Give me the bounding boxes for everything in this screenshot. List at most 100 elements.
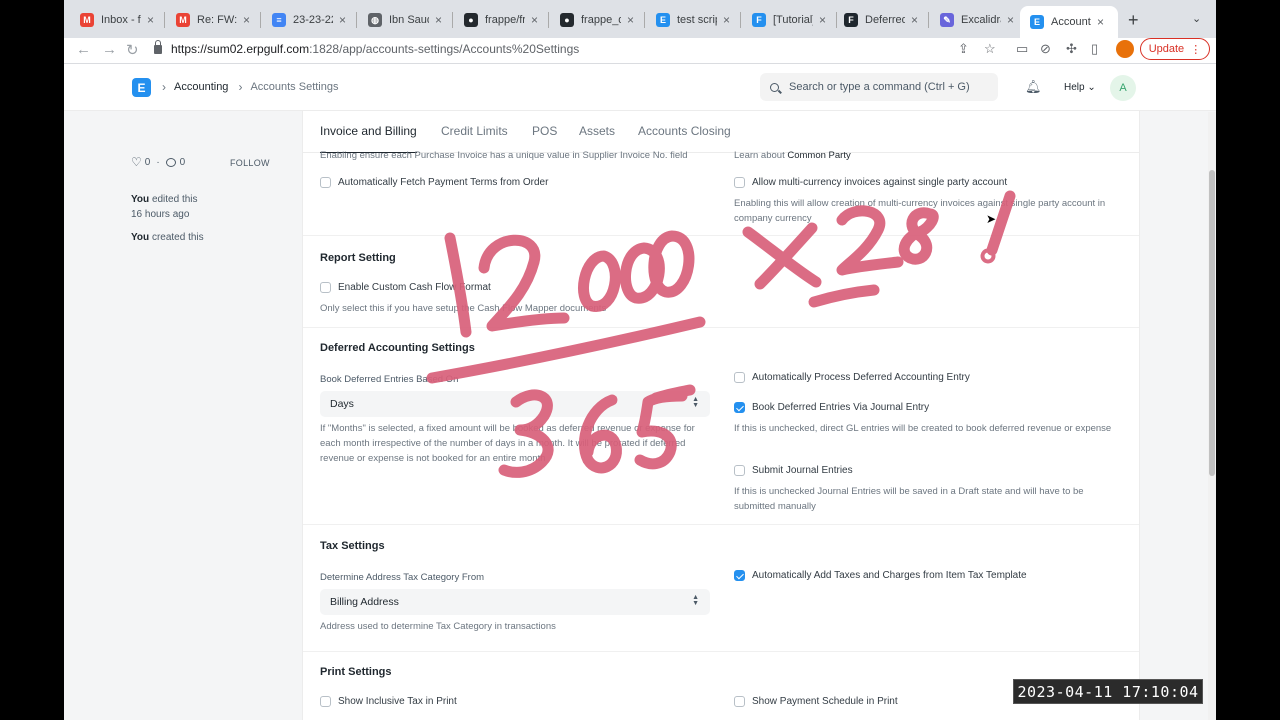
close-icon[interactable]: × (723, 13, 730, 27)
checkbox-label: Book Deferred Entries Via Journal Entry (752, 402, 930, 413)
section-divider (303, 327, 1139, 328)
common-party-prefix: Learn about (734, 150, 788, 161)
close-icon[interactable]: × (819, 13, 826, 27)
cast-icon[interactable]: ▭ (1016, 41, 1028, 57)
checkbox[interactable] (734, 372, 745, 383)
browser-tab[interactable]: ◍ Ibn Saud × (358, 6, 450, 34)
select-arrows-icon: ▲ ▼ (692, 594, 699, 607)
tab-pos[interactable]: POS (532, 124, 557, 138)
tab-label: frappe_d (581, 14, 621, 26)
book-deferred-based-on-select[interactable]: Days ▲ ▼ (320, 391, 710, 417)
page-scrollbar-thumb[interactable] (1209, 170, 1215, 476)
forward-icon[interactable]: → (102, 41, 117, 58)
tab-credit-limits[interactable]: Credit Limits (441, 124, 508, 138)
browser-tab[interactable]: F Deferred × (834, 6, 926, 34)
reload-icon[interactable]: ↻ (126, 41, 139, 59)
checkbox[interactable] (320, 696, 331, 707)
close-icon[interactable]: × (531, 13, 538, 27)
extensions-puzzle-icon[interactable]: ✣ (1066, 41, 1077, 57)
tax-category-select[interactable]: Billing Address ▲ ▼ (320, 589, 710, 615)
tab-label: test scrip (677, 14, 717, 26)
tab-label: Excalidra (961, 14, 1001, 26)
right-letterbox (1216, 0, 1280, 720)
close-icon[interactable]: × (243, 13, 250, 27)
inclusive-tax-checkbox[interactable]: Show Inclusive Tax in Print (320, 696, 457, 707)
checkbox[interactable] (320, 282, 331, 293)
notification-bell-icon[interactable]: 🔔︎ (1025, 79, 1042, 95)
activity-text: created this (151, 232, 204, 243)
heart-icon[interactable]: ♡ (131, 155, 142, 169)
back-icon[interactable]: ← (76, 41, 91, 58)
extension-link-icon[interactable]: ⊘ (1040, 41, 1051, 57)
checkbox[interactable] (320, 177, 331, 188)
browser-tab[interactable]: ≡ 23-23-22 × (262, 6, 354, 34)
breadcrumb-accounting[interactable]: Accounting (174, 81, 228, 93)
section-divider (303, 235, 1139, 236)
checkbox[interactable] (734, 465, 745, 476)
browser-tab[interactable]: F [Tutorial] × (742, 6, 834, 34)
tab-assets[interactable]: Assets (579, 124, 615, 138)
tab-separator (644, 12, 645, 28)
print-settings-heading: Print Settings (320, 666, 392, 678)
browser-tab[interactable]: Etest scrip × (646, 6, 738, 34)
browser-tab[interactable]: E Accounts × (1020, 6, 1118, 38)
tab-label: Re: FW: H (197, 14, 237, 26)
github-icon: ● (464, 13, 478, 27)
app-navbar: E › Accounting › Accounts Settings Searc… (64, 64, 1216, 111)
auto-process-deferred-checkbox[interactable]: Automatically Process Deferred Accountin… (734, 372, 970, 383)
side-panel-icon[interactable]: ▯ (1091, 41, 1098, 57)
custom-cash-flow-checkbox[interactable]: Enable Custom Cash Flow Format (320, 282, 491, 293)
profile-avatar[interactable] (1116, 40, 1134, 58)
submit-journal-checkbox[interactable]: Submit Journal Entries (734, 465, 853, 476)
select-arrows-icon: ▲ ▼ (692, 396, 699, 409)
fetch-payment-terms-checkbox[interactable]: Automatically Fetch Payment Terms from O… (320, 177, 548, 188)
checkbox-label: Automatically Process Deferred Accountin… (752, 372, 970, 383)
update-label: Update (1148, 43, 1185, 55)
close-icon[interactable]: × (1007, 13, 1014, 27)
chrome-update-button[interactable]: Update ⋮ (1140, 38, 1210, 60)
tab-label: frappe/fr (485, 14, 525, 26)
common-party-link[interactable]: Common Party (787, 150, 850, 161)
breadcrumb-accounts-settings[interactable]: Accounts Settings (250, 81, 338, 93)
form-sidebar: ♡ 0 · 0 FOLLOW You edited this 16 hours … (131, 150, 271, 243)
auto-add-taxes-checkbox[interactable]: Automatically Add Taxes and Charges from… (734, 570, 1027, 581)
gmail-icon: M (176, 13, 190, 27)
checkbox-checked[interactable] (734, 402, 745, 413)
erpnext-logo-icon[interactable]: E (132, 78, 151, 97)
tab-search-chevron-icon[interactable]: ⌄ (1192, 12, 1201, 25)
close-icon[interactable]: × (435, 13, 442, 27)
browser-tab[interactable]: ● frappe_d × (550, 6, 642, 34)
checkbox[interactable] (734, 696, 745, 707)
docs-icon: ≡ (272, 13, 286, 27)
tab-accounts-closing[interactable]: Accounts Closing (638, 124, 731, 138)
breadcrumb: › Accounting › Accounts Settings (162, 80, 339, 94)
follow-button[interactable]: FOLLOW (230, 158, 270, 168)
browser-tab[interactable]: M Re: FW: H × (166, 6, 258, 34)
close-icon[interactable]: × (1097, 15, 1104, 29)
new-tab-button[interactable]: + (1128, 10, 1139, 31)
close-icon[interactable]: × (627, 13, 634, 27)
activity-text: edited this (151, 194, 198, 205)
multi-currency-checkbox[interactable]: Allow multi-currency invoices against si… (734, 177, 1007, 188)
bookmark-star-icon[interactable]: ☆ (984, 41, 996, 57)
user-avatar[interactable]: A (1110, 75, 1136, 101)
url-field[interactable]: https://sum02.erpgulf.com:1828/app/accou… (154, 38, 994, 60)
close-icon[interactable]: × (339, 13, 346, 27)
checkbox[interactable] (734, 177, 745, 188)
payment-schedule-checkbox[interactable]: Show Payment Schedule in Print (734, 696, 898, 707)
awesomebar-search-input[interactable]: Search or type a command (Ctrl + G) (760, 73, 998, 101)
video-timestamp: 2023-04-11 17:10:04 (1013, 679, 1203, 704)
book-via-journal-checkbox[interactable]: Book Deferred Entries Via Journal Entry (734, 402, 929, 413)
help-dropdown[interactable]: Help ⌄ (1064, 82, 1096, 93)
browser-tab[interactable]: M Inbox - fa × (70, 6, 162, 34)
browser-tab[interactable]: ● frappe/fr × (454, 6, 546, 34)
tab-invoice-and-billing[interactable]: Invoice and Billing (320, 124, 417, 153)
comment-icon[interactable] (165, 157, 176, 167)
share-icon[interactable]: ⇪ (958, 41, 969, 57)
close-icon[interactable]: × (911, 13, 918, 27)
close-icon[interactable]: × (147, 13, 154, 27)
checkbox-checked[interactable] (734, 570, 745, 581)
tab-separator (740, 12, 741, 28)
browser-tab[interactable]: ✎ Excalidra × (930, 6, 1022, 34)
activity-edited: You edited this 16 hours ago (131, 192, 271, 222)
